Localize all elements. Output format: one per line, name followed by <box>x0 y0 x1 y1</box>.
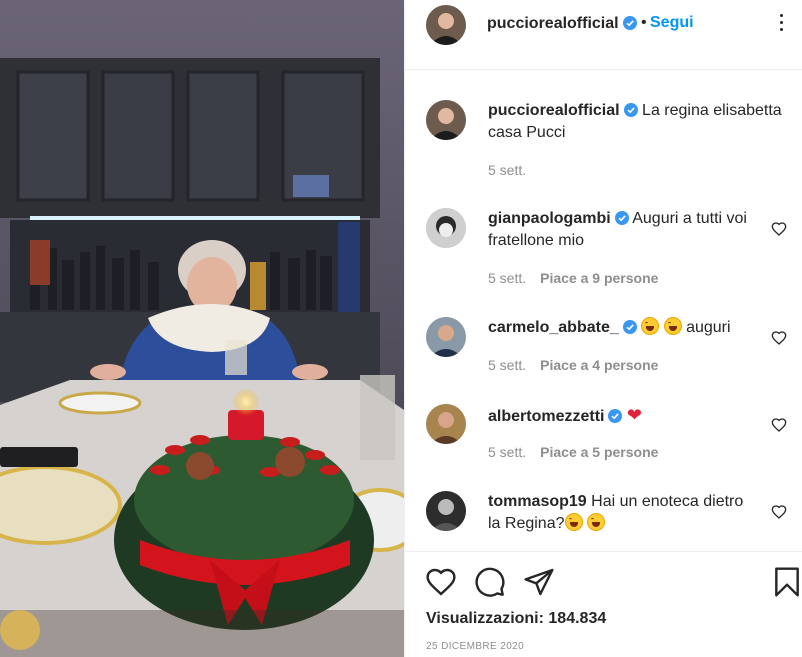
views-count[interactable]: Visualizzazioni: 184.834 <box>426 610 606 628</box>
share-icon[interactable] <box>523 566 555 598</box>
comment-likes[interactable]: Piace a 9 persone <box>540 270 658 286</box>
joy-emoji-icon <box>564 513 583 531</box>
list-item: tommasop19 Hai un enoteca dietro la Regi… <box>405 488 802 551</box>
post-photo[interactable] <box>0 0 404 657</box>
separator-dot: • <box>641 14 647 31</box>
post-actions: Visualizzazioni: 184.834 25 DICEMBRE 202… <box>405 551 802 657</box>
comment-time[interactable]: 5 sett. <box>488 270 526 286</box>
views-number: 184.834 <box>548 610 607 627</box>
caption: pucciorealofficial La regina elisabetta … <box>405 97 802 197</box>
caption-author-avatar[interactable] <box>426 100 466 140</box>
comment-text: auguri <box>681 319 731 336</box>
comment-like-heart-icon[interactable] <box>771 417 787 433</box>
joy-emoji-icon <box>663 317 682 335</box>
list-item: gianpaologambi Auguri a tutti voi fratel… <box>405 205 802 295</box>
post-side-panel: pucciorealofficial • Segui pucciorealoff… <box>404 0 802 657</box>
comment-like-heart-icon[interactable] <box>771 504 787 520</box>
verified-badge-icon <box>608 409 623 423</box>
author-avatar[interactable] <box>426 5 466 45</box>
comment-username[interactable]: carmelo_abbate_ <box>488 319 619 336</box>
verified-badge-icon <box>622 16 637 30</box>
comment-avatar[interactable] <box>426 404 466 444</box>
like-heart-icon[interactable] <box>425 566 457 598</box>
joy-emoji-icon <box>586 513 605 531</box>
comment-likes[interactable]: Piace a 5 persone <box>540 444 658 460</box>
comment-text-block: albertomezzetti ❤ <box>488 404 758 428</box>
comment-meta: 5 sett. Piace a 5 persone <box>488 444 658 460</box>
post-date[interactable]: 25 DICEMBRE 2020 <box>426 641 524 652</box>
joy-emoji-icon <box>641 317 660 335</box>
comment-time[interactable]: 5 sett. <box>488 357 526 373</box>
red-heart-emoji-icon: ❤ <box>626 405 643 425</box>
comment-avatar[interactable] <box>426 317 466 357</box>
more-options-icon[interactable] <box>771 10 791 40</box>
comment-likes[interactable]: Piace a 4 persone <box>540 357 658 373</box>
comment-username[interactable]: gianpaologambi <box>488 210 611 227</box>
comment-username[interactable]: tommasop19 <box>488 493 587 510</box>
caption-text-block: pucciorealofficial La regina elisabetta … <box>488 100 788 144</box>
post-photo-image <box>0 0 404 657</box>
views-label: Visualizzazioni: <box>426 610 544 627</box>
comment-time[interactable]: 5 sett. <box>488 444 526 460</box>
list-item: albertomezzetti ❤ 5 sett. Piace a 5 perso… <box>405 401 802 481</box>
comment-text-block: gianpaologambi Auguri a tutti voi fratel… <box>488 208 758 252</box>
post-header: pucciorealofficial • Segui <box>405 0 802 70</box>
comment-avatar[interactable] <box>426 208 466 248</box>
author-username[interactable]: pucciorealofficial <box>487 15 637 33</box>
comment-username[interactable]: albertomezzetti <box>488 408 604 425</box>
comment-avatar[interactable] <box>426 491 466 531</box>
verified-badge-icon <box>614 211 629 225</box>
comments-list[interactable]: pucciorealofficial La regina elisabetta … <box>405 71 802 551</box>
comment-text-block: carmelo_abbate_ auguri <box>488 317 758 339</box>
save-bookmark-icon[interactable] <box>771 566 802 598</box>
comment-text-block: tommasop19 Hai un enoteca dietro la Regi… <box>488 491 758 535</box>
verified-badge-icon <box>622 320 637 334</box>
comment-like-heart-icon[interactable] <box>771 221 787 237</box>
verified-badge-icon <box>623 103 638 117</box>
comment-meta: 5 sett. Piace a 9 persone <box>488 270 658 286</box>
caption-username[interactable]: pucciorealofficial <box>488 102 620 119</box>
list-item: carmelo_abbate_ auguri 5 sett. Piace a 4 … <box>405 314 802 394</box>
caption-time[interactable]: 5 sett. <box>488 162 526 178</box>
comment-meta: 5 sett. Piace a 4 persone <box>488 357 658 373</box>
comment-like-heart-icon[interactable] <box>771 330 787 346</box>
follow-button[interactable]: Segui <box>650 14 694 32</box>
comment-icon[interactable] <box>474 566 506 598</box>
caption-meta: 5 sett. <box>488 162 526 178</box>
